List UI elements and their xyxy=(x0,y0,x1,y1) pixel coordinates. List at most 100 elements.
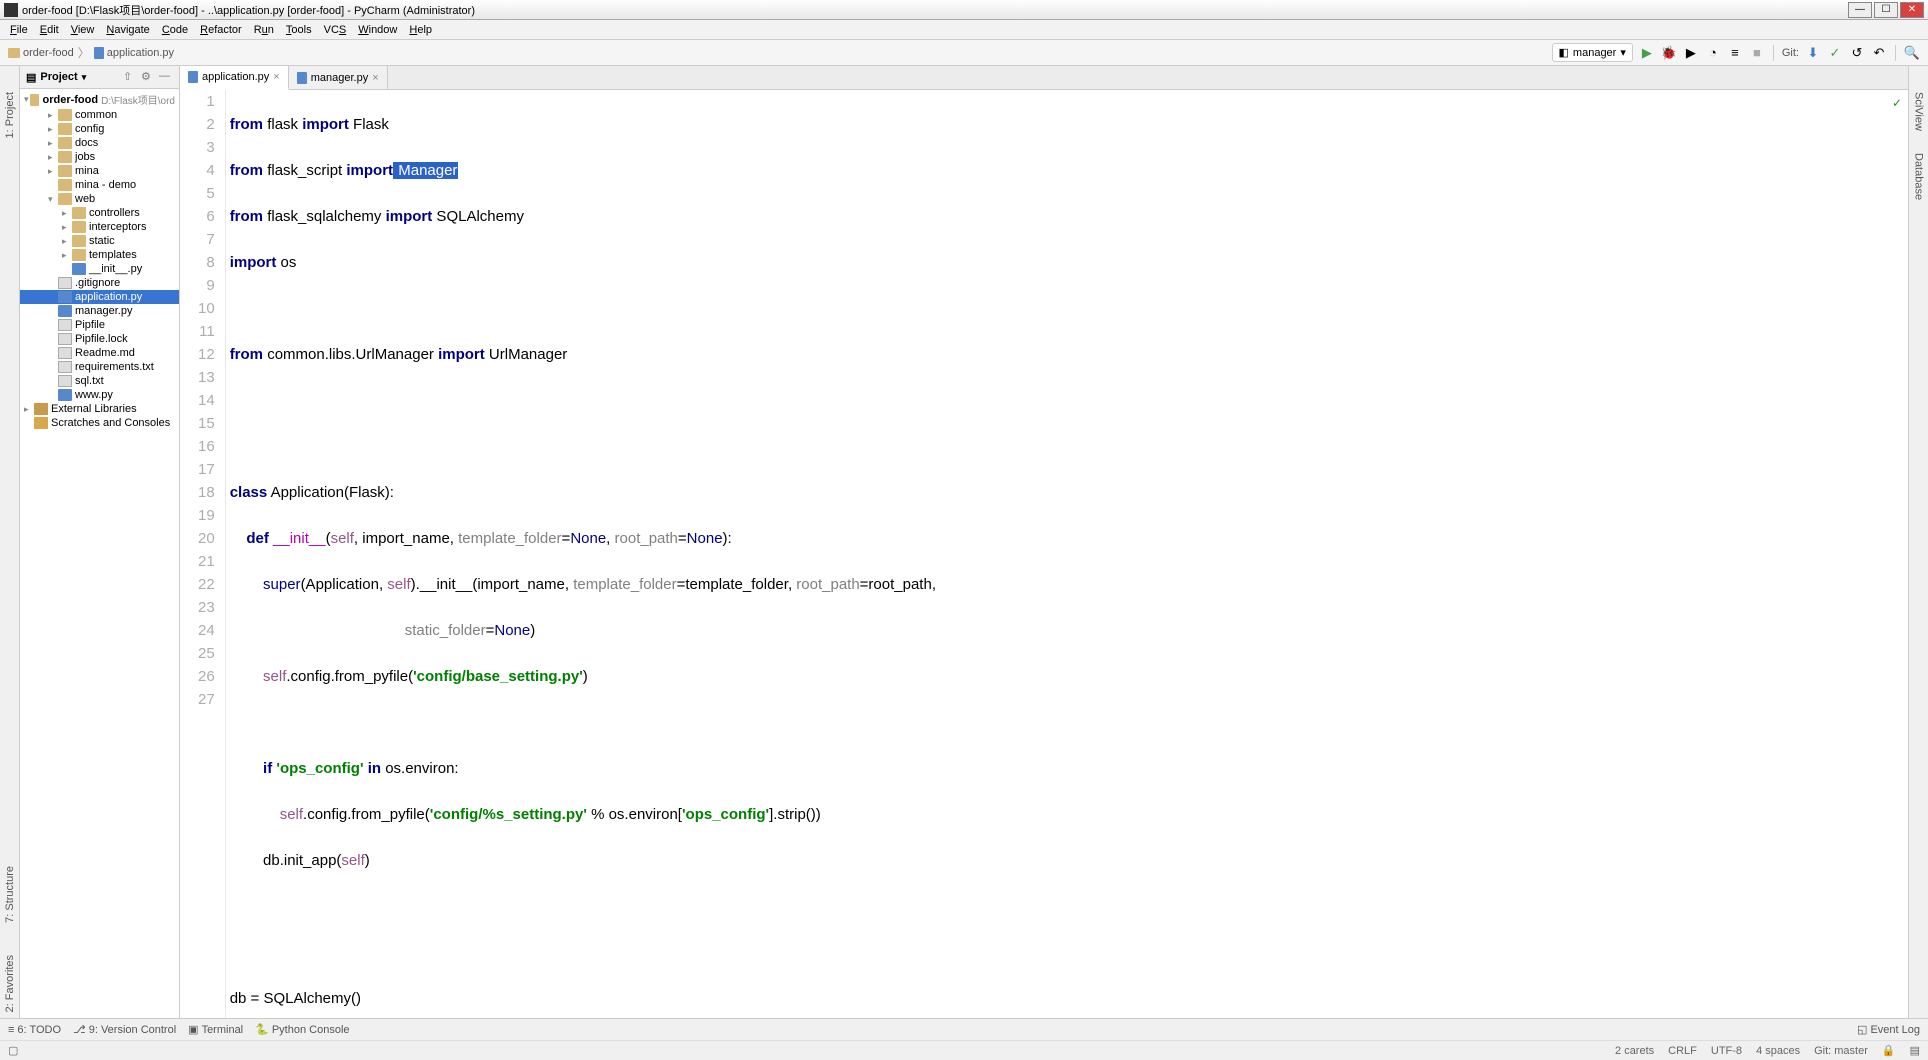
git-history-button[interactable]: ↺ xyxy=(1849,45,1865,61)
search-button[interactable]: 🔍 xyxy=(1904,45,1920,61)
folder-icon xyxy=(72,235,86,247)
minimize-button[interactable]: — xyxy=(1848,2,1872,18)
run-config-selector[interactable]: ◧ manager ▾ xyxy=(1552,43,1633,62)
code-content[interactable]: from flask import Flask from flask_scrip… xyxy=(226,90,1908,1018)
folder-icon xyxy=(58,193,72,205)
menu-help[interactable]: Help xyxy=(403,22,438,38)
sciview-tool-tab[interactable]: SciView xyxy=(1911,86,1927,137)
collapse-all-icon[interactable]: ⇧ xyxy=(123,70,137,84)
coverage-button[interactable]: ▶ xyxy=(1683,45,1699,61)
breadcrumb-root[interactable]: order-food xyxy=(8,47,74,59)
tree-item[interactable]: .gitignore xyxy=(20,276,179,290)
run-button[interactable]: ▶ xyxy=(1639,45,1655,61)
tree-item[interactable]: requirements.txt xyxy=(20,360,179,374)
status-encoding[interactable]: UTF-8 xyxy=(1711,1045,1742,1057)
stop-button[interactable]: ■ xyxy=(1749,45,1765,61)
status-lock-icon[interactable]: 🔒 xyxy=(1882,1044,1896,1057)
menu-view[interactable]: View xyxy=(65,22,101,38)
tree-scratches[interactable]: Scratches and Consoles xyxy=(20,416,179,430)
git-commit-button[interactable]: ✓ xyxy=(1827,45,1843,61)
breadcrumb-file[interactable]: application.py xyxy=(94,47,174,59)
close-tab-icon[interactable]: × xyxy=(372,72,378,84)
chevron-down-icon[interactable]: ▾ xyxy=(82,72,87,83)
tree-item[interactable]: mina - demo xyxy=(20,178,179,192)
folder-icon xyxy=(72,207,86,219)
status-mem-icon[interactable]: ▤ xyxy=(1910,1044,1920,1057)
menu-navigate[interactable]: Navigate xyxy=(100,22,155,38)
tree-item[interactable]: Pipfile.lock xyxy=(20,332,179,346)
database-tool-tab[interactable]: Database xyxy=(1911,147,1927,206)
folder-icon xyxy=(8,48,20,58)
folder-icon xyxy=(30,94,39,106)
txtfile-icon xyxy=(58,277,72,289)
menu-refactor[interactable]: Refactor xyxy=(194,22,248,38)
tree-root[interactable]: ▾ order-food D:\Flask项目\ord xyxy=(20,91,179,108)
tree-item[interactable]: ▸controllers xyxy=(20,206,179,220)
tree-item[interactable]: manager.py xyxy=(20,304,179,318)
tree-item[interactable]: ▸config xyxy=(20,122,179,136)
profile-button[interactable]: ◔ xyxy=(1705,45,1721,61)
close-tab-icon[interactable]: × xyxy=(273,71,279,83)
tree-item[interactable]: Pipfile xyxy=(20,318,179,332)
menu-edit[interactable]: Edit xyxy=(34,22,65,38)
breadcrumb-sep: 〉 xyxy=(78,44,90,61)
tree-item[interactable]: ▸docs xyxy=(20,136,179,150)
vcs-tool[interactable]: ⎇9: Version Control xyxy=(73,1023,176,1036)
menu-run[interactable]: Run xyxy=(248,22,280,38)
tree-item[interactable]: ▸templates xyxy=(20,248,179,262)
tree-item[interactable]: ▸interceptors xyxy=(20,220,179,234)
vcs-icon: ⎇ xyxy=(73,1023,86,1036)
folder-icon xyxy=(58,165,72,177)
txtfile-icon xyxy=(58,361,72,373)
menu-vcs[interactable]: VCS xyxy=(318,22,353,38)
tree-item[interactable]: ▾web xyxy=(20,192,179,206)
tree-item[interactable]: ▸mina xyxy=(20,164,179,178)
tab-manager[interactable]: manager.py × xyxy=(289,66,388,89)
concurrency-button[interactable]: ≡ xyxy=(1727,45,1743,61)
tree-item[interactable]: ▸static xyxy=(20,234,179,248)
folder-icon xyxy=(58,179,72,191)
maximize-button[interactable]: ☐ xyxy=(1874,2,1898,18)
event-log-tool[interactable]: ◱Event Log xyxy=(1857,1023,1920,1036)
git-revert-button[interactable]: ↶ xyxy=(1871,45,1887,61)
structure-tool-tab[interactable]: 7: Structure xyxy=(2,860,18,929)
menu-window[interactable]: Window xyxy=(352,22,403,38)
folder-icon xyxy=(58,109,72,121)
pyfile-icon xyxy=(58,291,72,303)
libs-icon xyxy=(34,403,48,415)
left-gutter: 1: Project 7: Structure 2: Favorites xyxy=(0,66,20,1018)
tree-item[interactable]: ▸common xyxy=(20,108,179,122)
txtfile-icon xyxy=(58,319,72,331)
status-indent[interactable]: 4 spaces xyxy=(1756,1045,1800,1057)
tree-item[interactable]: www.py xyxy=(20,388,179,402)
titlebar-text: order-food [D:\Flask项目\order-food] - ..\… xyxy=(22,2,1848,18)
tree-item[interactable]: application.py xyxy=(20,290,179,304)
status-line-sep[interactable]: CRLF xyxy=(1668,1045,1697,1057)
tree-item[interactable]: Readme.md xyxy=(20,346,179,360)
close-button[interactable]: ✕ xyxy=(1900,2,1924,18)
tab-application[interactable]: application.py × xyxy=(180,66,289,90)
tree-external-libs[interactable]: ▸ External Libraries xyxy=(20,402,179,416)
favorites-tool-tab[interactable]: 2: Favorites xyxy=(2,949,18,1018)
txtfile-icon xyxy=(58,375,72,387)
python-file-icon xyxy=(94,47,104,59)
tree-item[interactable]: sql.txt xyxy=(20,374,179,388)
project-tree[interactable]: ▾ order-food D:\Flask项目\ord ▸common▸conf… xyxy=(20,89,179,1018)
menu-file[interactable]: File xyxy=(4,22,34,38)
bottom-toolbar: ≡6: TODO ⎇9: Version Control ▣Terminal 🐍… xyxy=(0,1018,1928,1040)
settings-icon[interactable]: ⚙ xyxy=(141,70,155,84)
hide-panel-icon[interactable]: — xyxy=(159,70,173,84)
git-update-button[interactable]: ⬇ xyxy=(1805,45,1821,61)
project-tool-tab[interactable]: 1: Project xyxy=(2,86,18,144)
python-console-tool[interactable]: 🐍Python Console xyxy=(255,1023,349,1036)
todo-tool[interactable]: ≡6: TODO xyxy=(8,1024,61,1036)
python-file-icon xyxy=(188,71,198,83)
code-editor[interactable]: ✓ 12345678910111213141516171819202122232… xyxy=(180,90,1908,1018)
terminal-tool[interactable]: ▣Terminal xyxy=(188,1023,243,1036)
tree-item[interactable]: ▸jobs xyxy=(20,150,179,164)
debug-button[interactable]: 🐞 xyxy=(1661,45,1677,61)
menu-code[interactable]: Code xyxy=(156,22,194,38)
menu-tools[interactable]: Tools xyxy=(280,22,318,38)
status-git[interactable]: Git: master xyxy=(1814,1045,1868,1057)
tree-item[interactable]: __init__.py xyxy=(20,262,179,276)
